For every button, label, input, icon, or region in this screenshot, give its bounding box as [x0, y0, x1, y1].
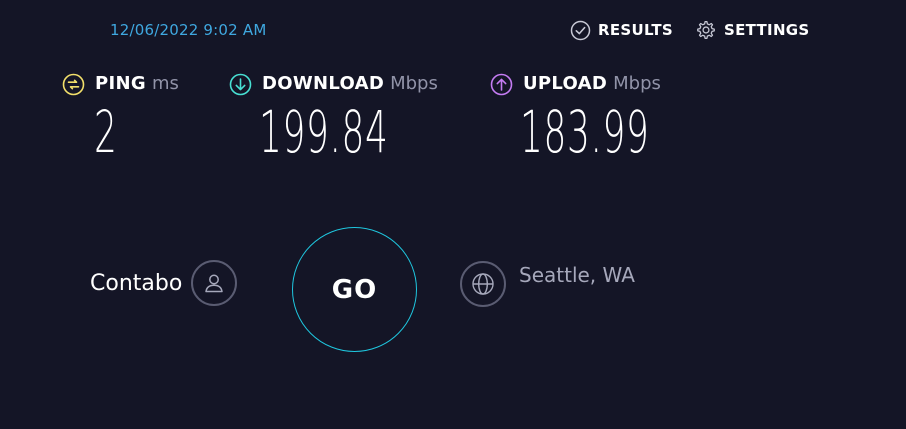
upload-label: UPLOAD: [523, 73, 608, 94]
top-nav: RESULTS SETTINGS: [570, 19, 810, 41]
settings-link[interactable]: SETTINGS: [695, 19, 810, 41]
upload-arrow-icon: [490, 73, 513, 96]
provider-section[interactable]: Contabo: [90, 260, 238, 306]
ping-value: 2: [94, 98, 118, 166]
download-arrow-icon: [229, 73, 252, 96]
ping-metric: PING ms 2: [62, 72, 179, 162]
server-section[interactable]: Seattle, WA: [460, 261, 635, 307]
download-unit: Mbps: [390, 73, 438, 94]
results-link[interactable]: RESULTS: [570, 19, 673, 41]
upload-value: 183.99: [520, 98, 650, 166]
gear-icon: [695, 19, 717, 41]
provider-name: Contabo: [90, 270, 183, 296]
server-location: Seattle, WA: [519, 263, 635, 287]
go-label: GO: [331, 274, 378, 305]
ping-unit: ms: [151, 73, 179, 94]
go-button[interactable]: GO: [292, 227, 417, 352]
user-icon[interactable]: [191, 260, 238, 306]
upload-metric: UPLOAD Mbps 183.99: [490, 72, 661, 162]
download-value: 199.84: [259, 98, 389, 166]
ping-icon: [62, 73, 85, 96]
test-timestamp: 12/06/2022 9:02 AM: [110, 21, 267, 39]
download-metric: DOWNLOAD Mbps 199.84: [229, 72, 438, 162]
ping-label: PING: [95, 73, 146, 94]
upload-unit: Mbps: [613, 73, 661, 94]
download-label: DOWNLOAD: [262, 73, 385, 94]
globe-icon[interactable]: [460, 261, 506, 307]
results-label: RESULTS: [598, 21, 673, 39]
check-circle-icon: [570, 20, 591, 41]
settings-label: SETTINGS: [724, 21, 810, 39]
